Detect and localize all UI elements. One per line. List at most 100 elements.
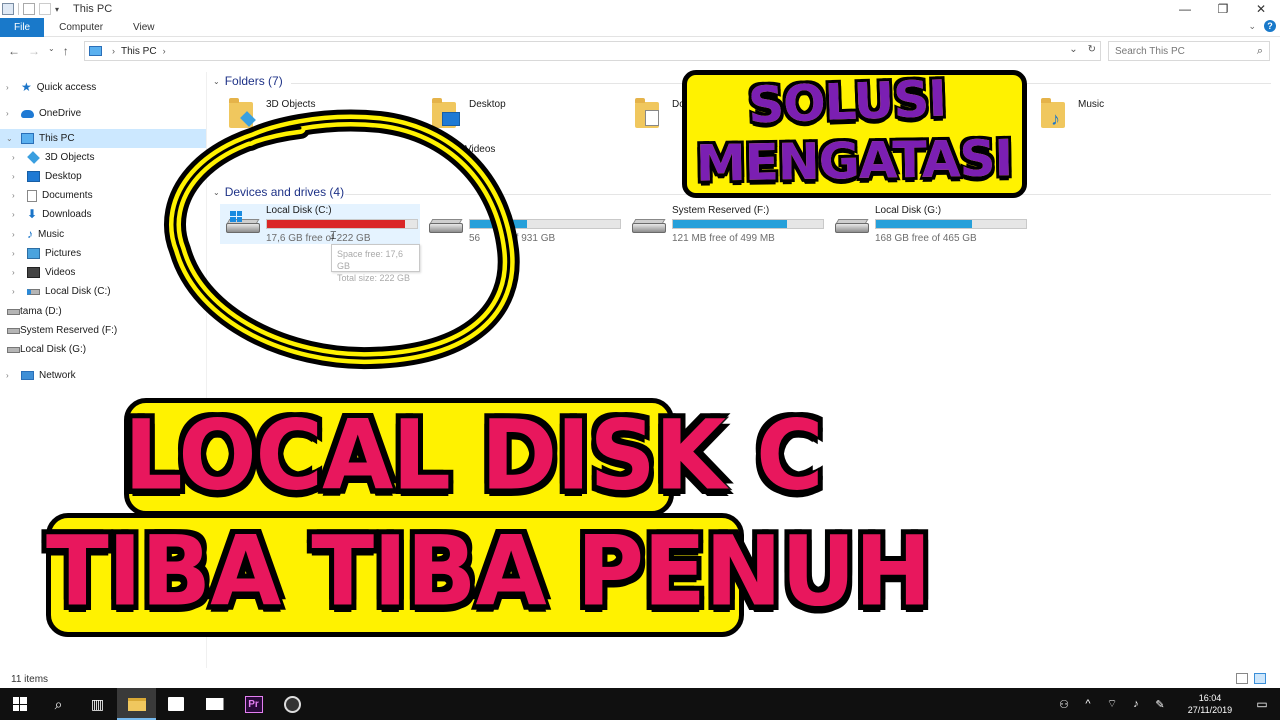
close-button[interactable]: ✕ xyxy=(1242,0,1280,18)
pen-icon[interactable]: ✎ xyxy=(1150,698,1170,711)
drive-usage-fill xyxy=(876,220,972,228)
forward-arrow-icon[interactable]: → xyxy=(28,44,40,58)
new-folder-icon[interactable] xyxy=(39,3,51,15)
taskbar-file-explorer[interactable] xyxy=(117,688,156,720)
sidebar-item-pictures[interactable]: › Pictures xyxy=(0,244,206,263)
search-icon: ⌕ xyxy=(54,695,63,712)
drive-icon xyxy=(7,308,20,315)
expand-chevron-icon[interactable]: › xyxy=(12,172,20,181)
overlay-title-mengatasi: MENGATASI xyxy=(694,128,1013,194)
sidebar-item-3d-objects[interactable]: › 3D Objects xyxy=(0,148,206,167)
mouse-pointer-icon: ⌶ xyxy=(330,230,337,242)
expand-chevron-icon[interactable]: › xyxy=(12,230,20,239)
expand-chevron-icon[interactable]: › xyxy=(6,371,14,380)
folder-music[interactable]: ♪ Music xyxy=(1041,98,1241,138)
sidebar-item-label: Desktop xyxy=(45,171,82,182)
sidebar-item-local-disk-c[interactable]: › Local Disk (C:) xyxy=(0,282,206,301)
sidebar-item-documents[interactable]: › Documents xyxy=(0,186,206,205)
collapse-chevron-icon[interactable]: ⌄ xyxy=(6,134,14,143)
folder-desktop[interactable]: Desktop xyxy=(432,98,632,138)
expand-chevron-icon[interactable]: › xyxy=(6,109,14,118)
show-hidden-icons-icon[interactable]: ^ xyxy=(1078,698,1098,710)
taskbar-store[interactable] xyxy=(156,688,195,720)
overlay-title-solusi: SOLUSI xyxy=(746,69,948,136)
breadcrumb-this-pc[interactable]: This PC xyxy=(121,46,157,57)
customize-toolbar-dropdown-icon[interactable]: ▾ xyxy=(55,5,59,14)
sidebar-item-system-reserved-f[interactable]: › System Reserved (F:) xyxy=(0,321,206,340)
wifi-icon[interactable]: ⌔ xyxy=(1102,697,1122,711)
expand-chevron-icon[interactable]: › xyxy=(6,83,14,92)
expand-chevron-icon[interactable]: › xyxy=(12,268,20,277)
sidebar-item-network[interactable]: › Network xyxy=(0,366,206,385)
start-button[interactable] xyxy=(0,688,39,720)
expand-chevron-icon[interactable]: › xyxy=(12,249,20,258)
taskbar-mail[interactable] xyxy=(195,688,234,720)
expand-chevron-icon[interactable]: › xyxy=(12,191,20,200)
volume-icon[interactable]: ♪ xyxy=(1126,698,1146,710)
star-icon: ★ xyxy=(21,80,32,94)
sidebar-item-label: Videos xyxy=(45,267,76,278)
drive-local-disk-c[interactable]: Local Disk (C:) 17,6 GB free of 222 GB xyxy=(220,204,420,244)
sidebar-item-this-pc[interactable]: ⌄ This PC xyxy=(0,129,206,148)
computer-icon xyxy=(89,46,102,56)
task-view-button[interactable]: ▥ xyxy=(78,688,117,720)
drive-local-disk-g[interactable]: Local Disk (G:) 168 GB free of 465 GB xyxy=(829,204,1029,244)
maximize-button[interactable]: ❐ xyxy=(1204,0,1242,18)
expand-chevron-icon[interactable]: › xyxy=(12,210,20,219)
taskbar-obs[interactable] xyxy=(273,688,312,720)
sidebar-item-music[interactable]: › ♪ Music xyxy=(0,225,206,244)
search-button[interactable]: ⌕ xyxy=(39,688,78,720)
search-icon[interactable]: ⌕ xyxy=(1257,45,1263,58)
breadcrumb-separator-icon[interactable]: › xyxy=(163,46,166,56)
help-icon[interactable]: ? xyxy=(1264,20,1276,32)
drive-tama-d[interactable]: 56 of 931 GB xyxy=(423,204,623,244)
people-icon[interactable]: ⚇ xyxy=(1054,698,1074,711)
ribbon-tabs: File Computer View ⌄ ? xyxy=(0,17,1280,37)
sidebar-item-quick-access[interactable]: › ★ Quick access xyxy=(0,78,206,97)
sidebar-item-onedrive[interactable]: › OneDrive xyxy=(0,104,206,123)
drive-space-info-tail: of 931 GB xyxy=(510,233,556,244)
sidebar-item-downloads[interactable]: › ⬇ Downloads xyxy=(0,205,206,224)
drive-icon xyxy=(7,327,20,334)
back-arrow-icon[interactable]: ← xyxy=(8,44,20,58)
search-input[interactable]: Search This PC ⌕ xyxy=(1108,41,1270,61)
drive-space-info-head: 56 xyxy=(469,233,481,244)
up-arrow-icon[interactable]: ↑ xyxy=(63,44,69,58)
item-count: 11 items xyxy=(11,673,49,685)
recent-locations-icon[interactable]: ⌄ xyxy=(48,44,55,58)
folder-3d-objects[interactable]: 3D Objects xyxy=(229,98,429,138)
quick-access-toolbar: ▾ xyxy=(0,0,59,18)
expand-ribbon-icon[interactable]: ⌄ xyxy=(1248,21,1256,32)
minimize-button[interactable]: — xyxy=(1166,0,1204,18)
address-dropdown-icon[interactable]: ⌄ xyxy=(1069,44,1077,55)
refresh-icon[interactable]: ↻ xyxy=(1088,44,1096,55)
clock[interactable]: 16:04 27/11/2019 xyxy=(1176,692,1244,716)
details-view-icon[interactable] xyxy=(1236,673,1248,684)
folder-label: 3D Objects xyxy=(266,99,316,110)
expand-chevron-icon[interactable]: › xyxy=(12,153,20,162)
sidebar-item-desktop[interactable]: › Desktop xyxy=(0,167,206,186)
sidebar-item-label: Music xyxy=(38,229,65,240)
address-bar[interactable]: › This PC › ⌄ ↻ xyxy=(84,41,1101,61)
notification-center-icon[interactable]: ▭ xyxy=(1244,697,1280,711)
folder-icon xyxy=(635,98,663,128)
collapse-chevron-icon[interactable]: ⌄ xyxy=(213,188,220,197)
sidebar-item-tama-d[interactable]: › tama (D:) xyxy=(0,302,206,321)
sidebar-item-local-disk-g[interactable]: › Local Disk (G:) xyxy=(0,340,206,359)
taskbar-premiere[interactable]: Pr xyxy=(234,688,273,720)
folder-videos[interactable]: Videos xyxy=(432,143,632,183)
tab-file[interactable]: File xyxy=(0,17,45,37)
expand-chevron-icon[interactable]: › xyxy=(12,287,20,296)
properties-icon[interactable] xyxy=(23,3,35,15)
computer-icon xyxy=(2,3,14,15)
drive-system-reserved-f[interactable]: System Reserved (F:) 121 MB free of 499 … xyxy=(626,204,826,244)
sidebar-item-label: OneDrive xyxy=(39,108,82,119)
tab-computer[interactable]: Computer xyxy=(44,18,118,37)
sidebar-item-videos[interactable]: › Videos xyxy=(0,263,206,282)
tiles-view-icon[interactable] xyxy=(1254,673,1266,684)
desktop-icon xyxy=(27,171,40,182)
obs-icon xyxy=(284,695,301,713)
collapse-chevron-icon[interactable]: ⌄ xyxy=(213,77,220,86)
tab-view[interactable]: View xyxy=(118,18,170,37)
breadcrumb-separator-icon[interactable]: › xyxy=(112,46,115,56)
